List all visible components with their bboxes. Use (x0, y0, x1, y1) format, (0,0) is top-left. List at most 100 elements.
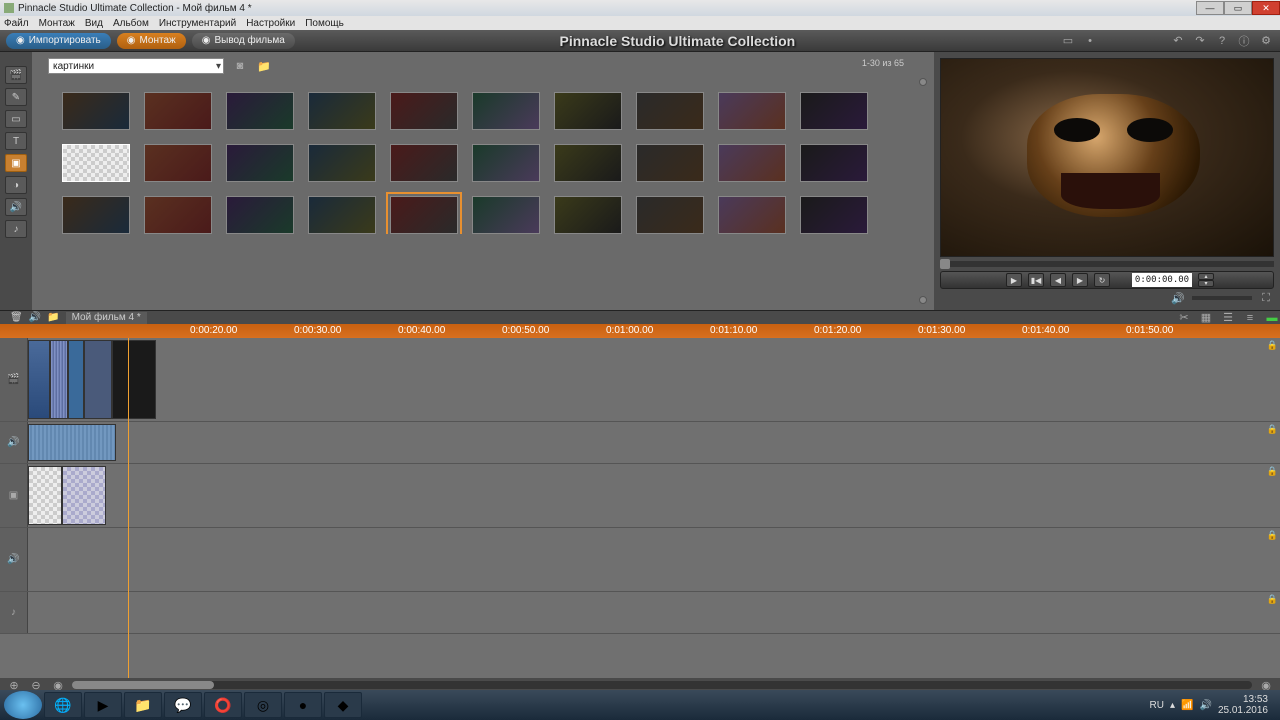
library-thumbnail[interactable] (390, 144, 458, 182)
photos-tool[interactable]: ▣ (5, 154, 27, 172)
taskbar-clock[interactable]: 13:53 25.01.2016 (1218, 694, 1268, 716)
library-thumbnail[interactable] (554, 92, 622, 130)
menu-Помощь[interactable]: Помощь (305, 18, 344, 29)
library-scrollbar[interactable] (918, 78, 928, 304)
music-track-header[interactable]: ♪ (0, 592, 28, 633)
scroll-up-icon[interactable] (919, 78, 927, 86)
taskbar-app-icon[interactable]: ◆ (324, 692, 362, 718)
timecode-display[interactable]: 0:00:00.00 (1132, 273, 1192, 287)
overlay-clip[interactable] (28, 466, 62, 525)
overlay-track-header[interactable]: ▣ (0, 464, 28, 527)
library-thumbnail[interactable] (144, 144, 212, 182)
library-thumbnail[interactable] (800, 92, 868, 130)
timeline-scrollbar[interactable] (72, 681, 1252, 689)
language-indicator[interactable]: RU (1150, 700, 1164, 711)
minimize-button[interactable]: — (1196, 1, 1224, 15)
timeline-ruler[interactable]: 0:00:20.000:00:30.000:00:40.000:00:50.00… (0, 324, 1280, 338)
lock-icon[interactable]: 🔒 (1267, 424, 1278, 435)
library-thumbnail[interactable] (718, 92, 786, 130)
video-clip[interactable] (84, 340, 112, 419)
titles-tool[interactable]: ▭ (5, 110, 27, 128)
montage-button[interactable]: ◉ Монтаж (117, 33, 186, 49)
prev-frame-button[interactable]: ◀ (1050, 273, 1066, 287)
music-tool[interactable]: ♪ (5, 220, 27, 238)
undo-icon[interactable]: ↶ (1170, 33, 1186, 49)
export-button[interactable]: ◉ Вывод фильма (192, 33, 295, 49)
audio-track-body[interactable]: 🔒 (28, 422, 1280, 463)
scroll-down-icon[interactable] (919, 296, 927, 304)
taskbar-app-icon[interactable]: 🌐 (44, 692, 82, 718)
video-clip[interactable] (28, 340, 50, 419)
audio-toggle-icon[interactable]: 🔊 (29, 312, 41, 323)
redo-icon[interactable]: ↷ (1192, 33, 1208, 49)
tray-flag-icon[interactable]: ▴ (1170, 700, 1175, 711)
library-thumbnail[interactable] (308, 92, 376, 130)
overlay-clip[interactable] (62, 466, 106, 525)
library-thumbnail[interactable] (226, 92, 294, 130)
library-thumbnail[interactable] (226, 144, 294, 182)
next-frame-button[interactable]: ▶ (1072, 273, 1088, 287)
transitions-tool[interactable]: ✎ (5, 88, 27, 106)
tray-volume-icon[interactable]: 🔊 (1199, 700, 1211, 711)
library-thumbnail[interactable] (554, 196, 622, 234)
timecode-up[interactable]: ▴ (1198, 273, 1214, 280)
overlay-track-body[interactable]: 🔒 (28, 464, 1280, 527)
taskbar-app-icon[interactable]: ◎ (244, 692, 282, 718)
music-track-body[interactable]: 🔒 (28, 592, 1280, 633)
menu-Монтаж[interactable]: Монтаж (39, 18, 75, 29)
folder-icon[interactable]: 📁 (256, 58, 272, 74)
taskbar-app-icon[interactable]: ⭕ (204, 692, 242, 718)
library-thumbnail[interactable] (800, 144, 868, 182)
library-thumbnail[interactable] (62, 196, 130, 234)
taskbar-app-icon[interactable]: ● (284, 692, 322, 718)
trash-icon[interactable]: 🗑 (10, 312, 23, 323)
audio-clip[interactable] (28, 424, 116, 461)
video-track-header[interactable]: 🎬 (0, 338, 28, 421)
lock-icon[interactable]: 🔒 (1267, 594, 1278, 605)
menu-Вид[interactable]: Вид (85, 18, 103, 29)
library-thumbnail[interactable] (636, 196, 704, 234)
help-icon[interactable]: ? (1214, 33, 1230, 49)
timecode-down[interactable]: ▾ (1198, 280, 1214, 287)
library-thumbnail[interactable] (472, 196, 540, 234)
audio2-track-header[interactable]: 🔊 (0, 528, 28, 591)
library-thumbnail[interactable] (472, 144, 540, 182)
maximize-button[interactable]: ▭ (1224, 1, 1252, 15)
loop-button[interactable]: ↻ (1094, 273, 1110, 287)
menu-Файл[interactable]: Файл (4, 18, 29, 29)
taskbar-app-icon[interactable]: ▶ (84, 692, 122, 718)
library-thumbnail[interactable] (390, 196, 458, 234)
library-folder-dropdown[interactable]: картинки (48, 58, 224, 74)
fullscreen-icon[interactable]: ⛶ (1258, 290, 1274, 306)
lock-icon[interactable]: 🔒 (1267, 340, 1278, 351)
settings-icon[interactable]: ⚙ (1258, 33, 1274, 49)
video-clips-tool[interactable]: 🎬 (5, 66, 27, 84)
menu-Инструментарий[interactable]: Инструментарий (159, 18, 236, 29)
library-thumbnail[interactable] (554, 144, 622, 182)
playhead[interactable] (128, 338, 129, 678)
library-thumbnail[interactable] (636, 92, 704, 130)
video-clip[interactable] (68, 340, 84, 419)
layout-icon[interactable]: ▭ (1060, 33, 1076, 49)
folder-small-icon[interactable]: 📁 (47, 312, 59, 323)
volume-icon[interactable]: 🔊 (1170, 290, 1186, 306)
library-thumbnail[interactable] (390, 92, 458, 130)
preview-scrubber[interactable] (940, 261, 1274, 267)
lock-icon[interactable]: 🔒 (1267, 530, 1278, 541)
library-thumbnail[interactable] (472, 92, 540, 130)
color-tool[interactable]: ◑ (5, 176, 27, 194)
menu-Настройки[interactable]: Настройки (246, 18, 295, 29)
play-button[interactable]: ▶ (1006, 273, 1022, 287)
close-button[interactable]: ✕ (1252, 1, 1280, 15)
start-button[interactable] (4, 691, 42, 719)
taskbar-app-icon[interactable]: 💬 (164, 692, 202, 718)
taskbar-app-icon[interactable]: 📁 (124, 692, 162, 718)
lock-icon[interactable]: 🔒 (1267, 466, 1278, 477)
library-thumbnail[interactable] (308, 196, 376, 234)
library-thumbnail[interactable] (226, 196, 294, 234)
audio-track-header[interactable]: 🔊 (0, 422, 28, 463)
library-thumbnail[interactable] (62, 144, 130, 182)
video-clip[interactable] (50, 340, 68, 419)
library-thumbnail[interactable] (718, 196, 786, 234)
info-icon[interactable]: ⓘ (1236, 33, 1252, 49)
